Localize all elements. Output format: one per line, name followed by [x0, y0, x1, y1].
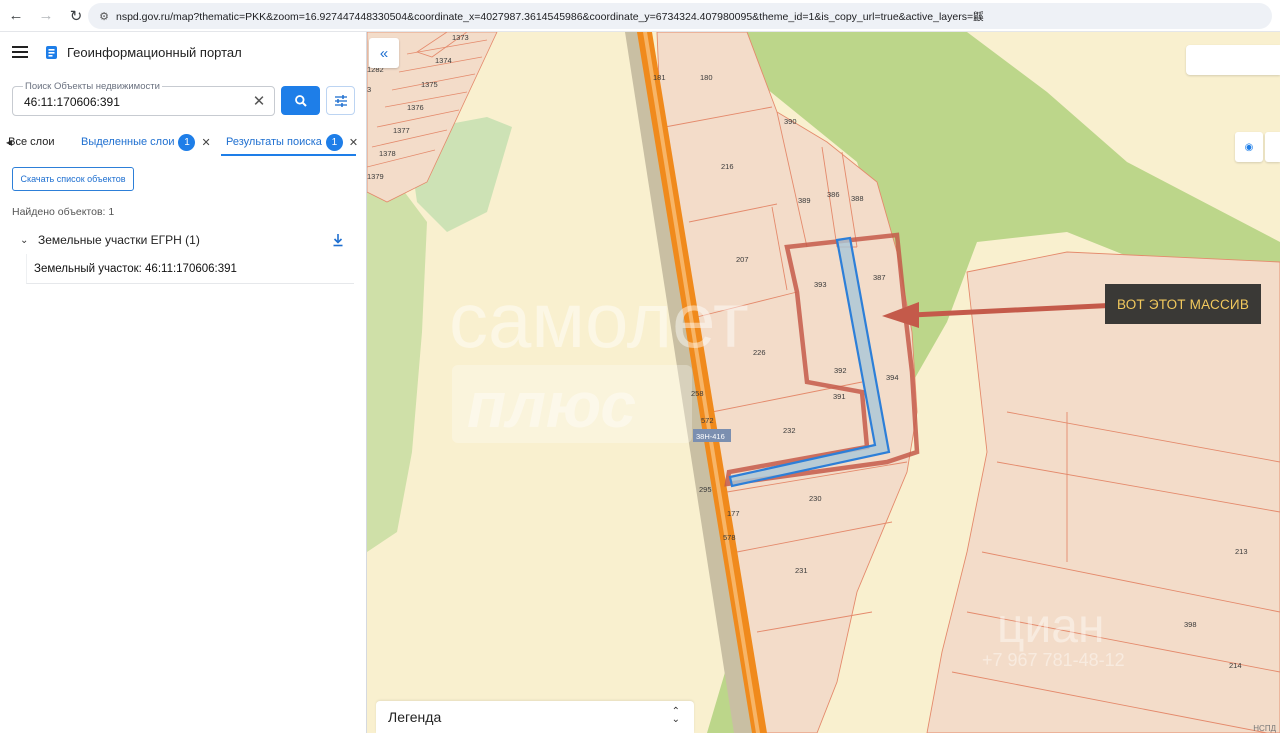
- parcel-number: 578: [723, 533, 736, 542]
- filter-button[interactable]: [326, 86, 355, 115]
- parcel-number: 1373: [452, 33, 469, 42]
- legend-label: Легенда: [388, 709, 442, 725]
- tab-bar: ◀ Все слои Выделенные слои 1 ✕ Результат…: [0, 128, 367, 156]
- close-icon[interactable]: ✕: [349, 136, 358, 149]
- double-chevron-left-icon: «: [379, 44, 389, 62]
- search-value[interactable]: 46:11:170606:391: [24, 95, 120, 109]
- parcel-number: 1379: [367, 172, 384, 181]
- parcel-number: 216: [721, 162, 734, 171]
- parcel-number: 572: [701, 416, 714, 425]
- watermark-samolet: самолет: [449, 276, 749, 364]
- watermark-plus: плюс: [467, 369, 636, 441]
- parcel-number: 389: [798, 196, 811, 205]
- road-label: 38Н-416: [696, 432, 725, 441]
- portal-title: Геоинформационный портал: [67, 45, 242, 60]
- parcel-number: 226: [753, 348, 766, 357]
- legend-panel[interactable]: Легенда ⌃ ⌄: [376, 701, 694, 733]
- tab-search-results[interactable]: Результаты поиска 1 ✕: [226, 128, 358, 156]
- parcel-number: 213: [1235, 547, 1248, 556]
- search-label: Поиск Объекты недвижимости: [23, 81, 162, 92]
- parcel-number: 231: [795, 566, 808, 575]
- map-view[interactable]: самолет плюс циан +7 967 781-48-12 38Н-4…: [367, 32, 1280, 733]
- tab-selected-layers[interactable]: Выделенные слои 1 ✕: [81, 128, 211, 156]
- map-copyright: НСПД: [1253, 724, 1276, 733]
- parcel-number: 214: [1229, 661, 1242, 670]
- download-list-button[interactable]: Скачать список объектов: [12, 167, 134, 191]
- locate-button[interactable]: ◉: [1235, 132, 1263, 162]
- tab-search-results-badge: 1: [325, 133, 343, 151]
- found-count: Найдено объектов: 1: [12, 206, 115, 218]
- cadastral-map[interactable]: самолет плюс циан +7 967 781-48-12 38Н-4…: [367, 32, 1280, 733]
- expand-toggle-icon[interactable]: ⌃ ⌄: [672, 707, 680, 725]
- parcel-number: 391: [833, 392, 846, 401]
- parcel-number: 390: [784, 117, 797, 126]
- tab-all-layers[interactable]: ◀ Все слои: [0, 128, 62, 156]
- parcel-number: 3: [367, 85, 371, 94]
- parcel-number: 177: [727, 509, 740, 518]
- portal-logo-icon: [46, 46, 57, 59]
- forward-icon[interactable]: →: [32, 2, 60, 30]
- tab-selected-layers-label: Выделенные слои: [81, 136, 175, 148]
- chevron-down-icon[interactable]: ⌄: [20, 235, 34, 246]
- parcel-number: 392: [834, 366, 847, 375]
- parcel-number: 1377: [393, 126, 410, 135]
- parcel-number: 232: [783, 426, 796, 435]
- side-panel: Геоинформационный портал Поиск Объекты н…: [0, 32, 367, 733]
- address-bar[interactable]: ⚙ nspd.gov.ru/map?thematic=PKK&zoom=16.9…: [88, 3, 1272, 29]
- search-button[interactable]: [281, 86, 320, 115]
- callout-label: ВОТ ЭТОТ МАССИВ: [1105, 284, 1261, 324]
- parcel-number: 258: [691, 389, 704, 398]
- active-tab-indicator: [221, 154, 356, 156]
- result-item[interactable]: Земельный участок: 46:11:170606:391: [26, 254, 354, 284]
- menu-icon[interactable]: [12, 46, 28, 58]
- parcel-number: 1374: [435, 56, 452, 65]
- watermark-cian: циан: [997, 600, 1105, 653]
- collapse-panel-button[interactable]: «: [369, 38, 399, 68]
- parcel-number: 1378: [379, 149, 396, 158]
- parcel-number: 387: [873, 273, 886, 282]
- parcel-number: 180: [700, 73, 713, 82]
- parcel-number: 181: [653, 73, 666, 82]
- parcel-number: 1376: [407, 103, 424, 112]
- search-icon: [294, 94, 307, 107]
- parcel-number: 398: [1184, 620, 1197, 629]
- parcel-number: 295: [699, 485, 712, 494]
- greenery-area: [367, 182, 427, 552]
- result-group-label: Земельные участки ЕГРН (1): [38, 233, 200, 247]
- target-icon: ◉: [1244, 141, 1254, 153]
- parcel-number: 207: [736, 255, 749, 264]
- clear-icon[interactable]: ✕: [250, 92, 268, 110]
- parcel-number: 1375: [421, 80, 438, 89]
- parcel-number: 386: [827, 190, 840, 199]
- map-search-box[interactable]: [1186, 45, 1280, 75]
- search-input[interactable]: Поиск Объекты недвижимости 46:11:170606:…: [12, 81, 275, 116]
- download-icon[interactable]: [331, 232, 345, 248]
- parcel-number: 388: [851, 194, 864, 203]
- site-settings-icon[interactable]: ⚙: [92, 10, 116, 23]
- browser-toolbar: ← → ↻ ⚙ nspd.gov.ru/map?thematic=PKK&zoo…: [0, 0, 1280, 32]
- parcel-number: 230: [809, 494, 822, 503]
- parcel-number: 394: [886, 373, 899, 382]
- sliders-icon: [334, 94, 347, 107]
- close-icon[interactable]: ✕: [201, 136, 210, 149]
- url-text: nspd.gov.ru/map?thematic=PKK&zoom=16.927…: [116, 10, 984, 23]
- parcel-number: 393: [814, 280, 827, 289]
- back-icon[interactable]: ←: [2, 2, 30, 30]
- watermark-phone: +7 967 781-48-12: [982, 650, 1125, 670]
- measure-button[interactable]: [1265, 132, 1280, 162]
- tab-search-results-label: Результаты поиска: [226, 136, 322, 148]
- tab-all-layers-label: Все слои: [8, 136, 55, 148]
- tab-selected-layers-badge: 1: [178, 133, 196, 151]
- result-group[interactable]: ⌄ Земельные участки ЕГРН (1): [20, 230, 355, 250]
- reload-icon[interactable]: ↻: [62, 2, 90, 30]
